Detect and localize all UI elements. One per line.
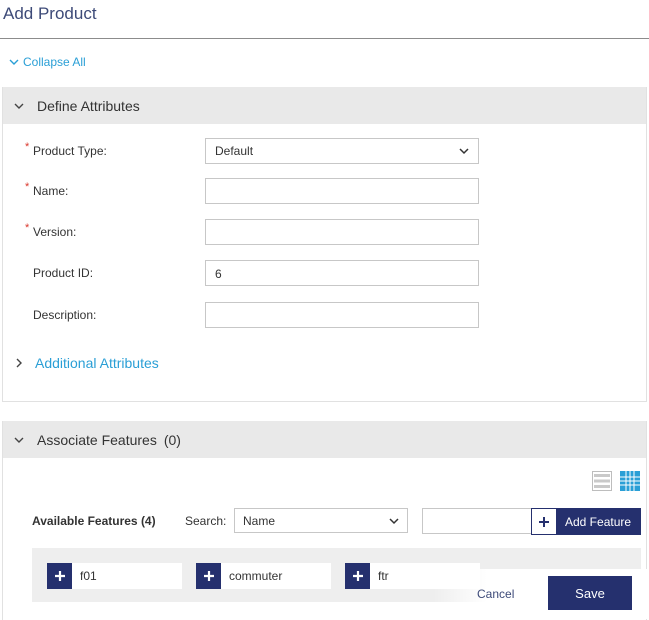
define-attributes-title: Define Attributes (37, 97, 140, 114)
cancel-button[interactable]: Cancel (477, 587, 514, 601)
chevron-down-icon (9, 59, 19, 65)
save-button[interactable]: Save (548, 576, 632, 610)
add-feature-label: Add Feature (565, 514, 632, 529)
product-type-row: * Product Type: Default (3, 138, 646, 164)
associate-features-header[interactable]: Associate Features (0) (3, 421, 646, 458)
plus-icon[interactable] (345, 563, 370, 589)
version-input[interactable] (205, 219, 479, 245)
search-label: Search: (185, 514, 227, 528)
search-by-select[interactable]: Name (234, 508, 408, 533)
plus-icon[interactable] (196, 563, 221, 589)
page-title: Add Product (3, 4, 97, 23)
required-marker: * (25, 181, 30, 193)
required-marker: * (25, 222, 30, 234)
name-input[interactable] (205, 178, 479, 204)
view-toggles (592, 471, 640, 491)
chevron-right-icon (16, 358, 22, 368)
add-feature-button[interactable]: Add Feature (531, 508, 641, 535)
available-features-label: Available Features (4) (32, 514, 156, 528)
plus-icon (531, 508, 557, 535)
chevron-down-icon (14, 437, 24, 443)
feature-name: f01 (72, 563, 182, 589)
product-type-label: Product Type: (33, 144, 107, 158)
description-label: Description: (33, 308, 97, 322)
collapse-all-link[interactable]: Collapse All (8, 55, 86, 69)
chevron-down-icon (459, 148, 469, 155)
plus-icon[interactable] (47, 563, 72, 589)
required-marker: * (25, 141, 30, 153)
feature-chip-f01[interactable]: f01 (47, 563, 182, 589)
name-row: * Name: (3, 178, 646, 204)
additional-attributes-label: Additional Attributes (35, 355, 159, 371)
product-id-row: Product ID: 6 (3, 260, 646, 286)
list-view-icon[interactable] (592, 471, 612, 491)
name-label: Name: (33, 184, 69, 198)
associate-features-section: Associate Features (0) Available Feature… (2, 421, 648, 620)
grid-view-icon[interactable] (620, 471, 640, 491)
associate-features-count: (0) (163, 431, 181, 448)
associate-features-title: Associate Features (37, 431, 157, 448)
version-row: * Version: (3, 219, 646, 245)
feature-search-input[interactable] (422, 508, 532, 534)
description-row: Description: (3, 302, 646, 328)
product-id-label: Product ID: (33, 266, 94, 280)
title-divider (0, 38, 649, 39)
feature-name: commuter (221, 563, 331, 589)
search-by-value: Name (243, 513, 276, 528)
additional-attributes-toggle[interactable]: Additional Attributes (15, 355, 159, 371)
description-input[interactable] (205, 302, 479, 328)
product-type-select[interactable]: Default (205, 138, 479, 164)
chevron-down-icon (14, 103, 24, 109)
collapse-all-label: Collapse All (23, 55, 86, 69)
define-attributes-section: Define Attributes * Product Type: Defaul… (2, 87, 647, 402)
feature-chip-commuter[interactable]: commuter (196, 563, 331, 589)
define-attributes-header[interactable]: Define Attributes (3, 87, 646, 124)
product-type-value: Default (215, 144, 254, 158)
version-label: Version: (33, 225, 77, 239)
product-id-input[interactable]: 6 (205, 260, 479, 286)
chevron-down-icon (389, 517, 399, 524)
